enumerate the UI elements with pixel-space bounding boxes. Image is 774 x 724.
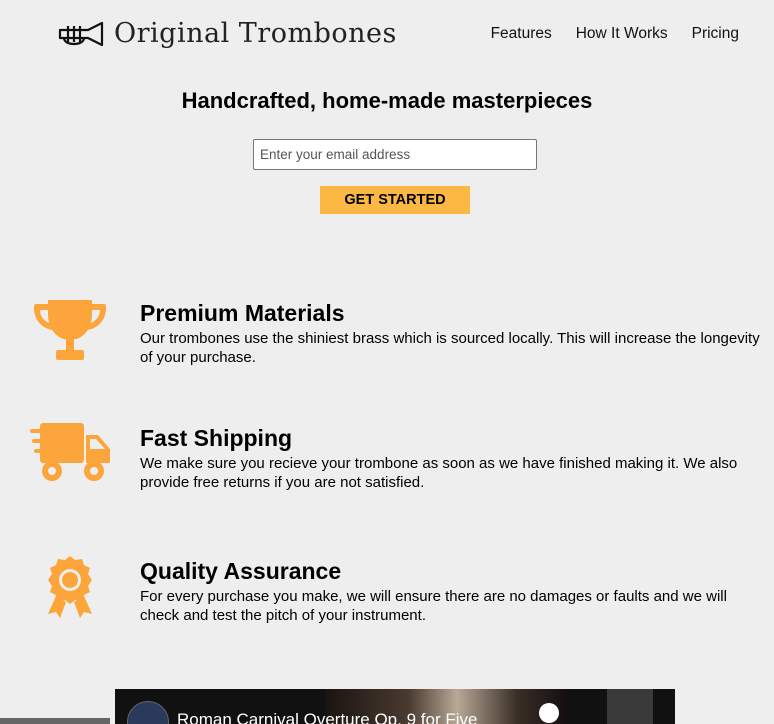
email-input[interactable] <box>253 139 537 170</box>
horizontal-scrollbar[interactable] <box>0 718 110 724</box>
logo-text: Original Trombones <box>114 18 397 49</box>
nav-link-pricing[interactable]: Pricing <box>692 25 739 43</box>
main-nav: Features How It Works Pricing <box>491 25 739 43</box>
shipping-truck-icon <box>30 423 114 493</box>
hero-title: Handcrafted, home-made masterpieces <box>181 88 593 113</box>
site-header: Original Trombones Features How It Works… <box>0 0 774 70</box>
logo[interactable]: Original Trombones <box>58 18 396 54</box>
video-title[interactable]: Roman Carnival Overture Op. 9 for Five <box>177 710 477 724</box>
award-badge-icon <box>42 556 126 626</box>
feature-title: Premium Materials <box>140 300 345 326</box>
feature-text: Our trombones use the shiniest brass whi… <box>140 330 760 366</box>
feature-text: For every purchase you make, we will ens… <box>140 588 727 624</box>
feature-title: Fast Shipping <box>140 425 293 451</box>
watch-later-icon[interactable] <box>539 703 559 723</box>
trophy-icon <box>28 300 112 370</box>
video-embed[interactable]: Roman Carnival Overture Op. 9 for Five <box>115 689 675 724</box>
trumpet-logo-icon <box>58 21 104 47</box>
channel-avatar[interactable] <box>127 701 169 724</box>
nav-link-features[interactable]: Features <box>491 25 552 43</box>
nav-link-how-it-works[interactable]: How It Works <box>576 25 668 43</box>
feature-title: Quality Assurance <box>140 558 342 584</box>
get-started-button[interactable]: GET STARTED <box>320 186 470 214</box>
share-icon[interactable] <box>607 689 653 724</box>
feature-text: We make sure you recieve your trombone a… <box>140 455 738 491</box>
